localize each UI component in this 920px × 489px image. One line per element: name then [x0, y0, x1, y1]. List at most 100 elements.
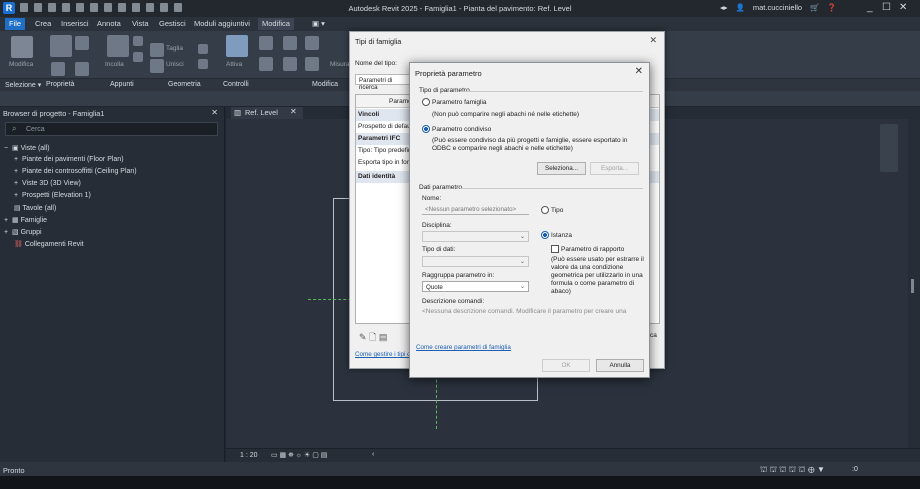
maximize-icon[interactable]: ☐ — [882, 2, 891, 13]
scroll-thumb[interactable] — [911, 279, 914, 293]
view-icon[interactable] — [198, 59, 208, 69]
tree-item-sheets[interactable]: ▤ Tavole (all) — [14, 204, 56, 212]
view-scale[interactable]: 1 : 20 — [240, 452, 258, 459]
close-view-icon[interactable]: ✕ — [290, 107, 297, 116]
properties-icon[interactable] — [50, 35, 72, 57]
new-param-icon[interactable]: 🗋 — [369, 332, 376, 342]
sheets-icon: ▤ — [14, 205, 21, 212]
app-logo[interactable]: R — [3, 2, 15, 14]
group-select[interactable]: Quote ⌄ — [422, 281, 529, 292]
manage-types-link[interactable]: Come gestire i tipi di famiglia — [355, 351, 410, 358]
discipline-select[interactable]: ⌄ — [422, 231, 529, 242]
offset-icon[interactable] — [283, 36, 297, 50]
sync-icon[interactable] — [48, 3, 56, 12]
modify-icon[interactable] — [11, 36, 33, 58]
help-icon[interactable]: ❓ — [827, 3, 836, 12]
family-category-icon[interactable] — [75, 62, 89, 76]
tree-item-ceiling-plans[interactable]: + Piante dei controsoffitti (Ceiling Pla… — [14, 168, 137, 175]
redo-icon[interactable] — [76, 3, 84, 12]
tree-item-views[interactable]: − ▣ Viste (all) — [4, 144, 50, 152]
tree-label: Collegamenti Revit — [24, 241, 84, 248]
move-icon[interactable] — [259, 57, 273, 71]
selection-filter-icons[interactable]: ⛫ ⛫ ⛫ ⛫ ⛫ ⊕ ▼ — [760, 465, 825, 475]
text-icon[interactable] — [118, 3, 126, 12]
tree-item-3d-views[interactable]: + Viste 3D (3D View) — [14, 180, 81, 187]
rotate-icon[interactable] — [305, 57, 319, 71]
save-icon[interactable] — [34, 3, 42, 12]
radio-instance[interactable] — [541, 231, 549, 239]
close-icon[interactable]: ✕ — [649, 35, 657, 46]
align-icon[interactable] — [259, 36, 273, 50]
row-label: Dati identità — [358, 173, 396, 180]
tree-item-revit-links[interactable]: ⛓ Collegamenti Revit — [14, 240, 84, 248]
activate-dimensions-icon[interactable] — [226, 35, 248, 57]
minimize-icon[interactable]: _ — [867, 2, 873, 13]
undo-icon[interactable] — [62, 3, 70, 12]
copy-elements-icon[interactable] — [283, 57, 297, 71]
scroll-left-icon[interactable]: ‹ — [372, 451, 374, 458]
type-props-icon[interactable] — [75, 36, 89, 50]
tree-item-elevations[interactable]: + Prospetti (Elevation 1) — [14, 192, 91, 199]
tree-label: Tavole (all) — [22, 205, 57, 212]
share-icon[interactable]: ◂▸ — [720, 3, 728, 12]
cut-icon[interactable] — [133, 36, 143, 46]
tab-crea[interactable]: Crea — [31, 18, 55, 30]
help-link[interactable]: Come creare parametri di famiglia — [416, 344, 511, 351]
ribbon-label-attiva: Attiva — [226, 61, 243, 68]
tab-context-icon[interactable]: ▣ ▾ — [308, 18, 329, 30]
close-icon[interactable]: ✕ — [211, 108, 218, 117]
delete-param-icon[interactable]: ▤ — [379, 332, 388, 342]
paste-icon[interactable] — [107, 35, 129, 57]
measure-icon[interactable] — [104, 3, 112, 12]
search-input[interactable]: ⌕ Cerca — [5, 122, 218, 136]
switch-windows-icon[interactable] — [174, 3, 182, 12]
print-icon[interactable] — [90, 3, 98, 12]
select-button[interactable]: Seleziona... — [537, 162, 586, 175]
quick-access-toolbar — [20, 3, 182, 12]
3d-view-icon[interactable] — [132, 3, 140, 12]
tree-item-floor-plans[interactable]: + Piante dei pavimenti (Floor Plan) — [14, 156, 124, 163]
mirror-icon[interactable] — [305, 36, 319, 50]
tab-inserisci[interactable]: Inserisci — [57, 18, 93, 30]
tab-file[interactable]: File — [5, 18, 26, 30]
copy-icon[interactable] — [133, 52, 143, 62]
export-button[interactable]: Esporta... — [590, 162, 639, 175]
user-name[interactable]: mat.cucciniello — [753, 3, 802, 12]
thin-lines-icon[interactable] — [160, 3, 168, 12]
close-icon[interactable]: ✕ — [899, 2, 907, 13]
panel-selezione[interactable]: Selezione ▾ — [5, 81, 41, 89]
radio-type[interactable] — [541, 206, 549, 214]
data-type-select[interactable]: ⌄ — [422, 256, 529, 267]
pencil-icon[interactable]: ✎ — [359, 332, 367, 342]
cut-geometry-icon[interactable] — [150, 43, 164, 57]
views-icon: ▣ — [11, 145, 19, 152]
tab-annota[interactable]: Annota — [93, 18, 125, 30]
join-icon[interactable] — [150, 59, 164, 73]
radio-family-param[interactable] — [422, 98, 430, 106]
tooltip-placeholder: <Nessuna descrizione comandi. Modificare… — [422, 308, 627, 315]
tree-item-groups[interactable]: + ▧ Gruppi — [4, 228, 42, 236]
tab-moduli[interactable]: Moduli aggiuntivi — [190, 18, 254, 30]
shared-param-desc: (Può essere condiviso da più progetti e … — [432, 137, 628, 152]
ok-button[interactable]: OK — [542, 359, 590, 372]
tab-vista[interactable]: Vista — [128, 18, 153, 30]
detail-level-icon[interactable]: ▭ ▦ ⛯ ☼ ☀ ▢ ▤ — [271, 451, 327, 460]
family-types-icon[interactable] — [51, 62, 65, 76]
tab-gestisci[interactable]: Gestisci — [155, 18, 190, 30]
status-bar: Pronto ⛫ ⛫ ⛫ ⛫ ⛫ ⊕ ▼ :0 — [0, 462, 920, 476]
cancel-button[interactable]: Annulla — [596, 359, 644, 372]
user-icon[interactable]: 👤 — [736, 3, 745, 12]
section-icon[interactable] — [146, 3, 154, 12]
open-icon[interactable] — [20, 3, 28, 12]
search-params-input[interactable]: Parametri di ricerca — [355, 74, 410, 91]
report-param-checkbox[interactable] — [551, 245, 559, 253]
cart-icon[interactable]: 🛒 — [810, 3, 819, 12]
taskbar-strip — [0, 476, 920, 489]
radio-shared-param[interactable] — [422, 125, 430, 133]
vertical-scrollbar[interactable] — [908, 119, 920, 448]
tab-modifica[interactable]: Modifica — [258, 18, 294, 30]
navigation-bar — [880, 124, 898, 172]
tree-item-families[interactable]: + ▦ Famiglie — [4, 216, 47, 224]
edit-icon[interactable] — [198, 44, 208, 54]
close-icon[interactable]: ✕ — [635, 66, 643, 77]
